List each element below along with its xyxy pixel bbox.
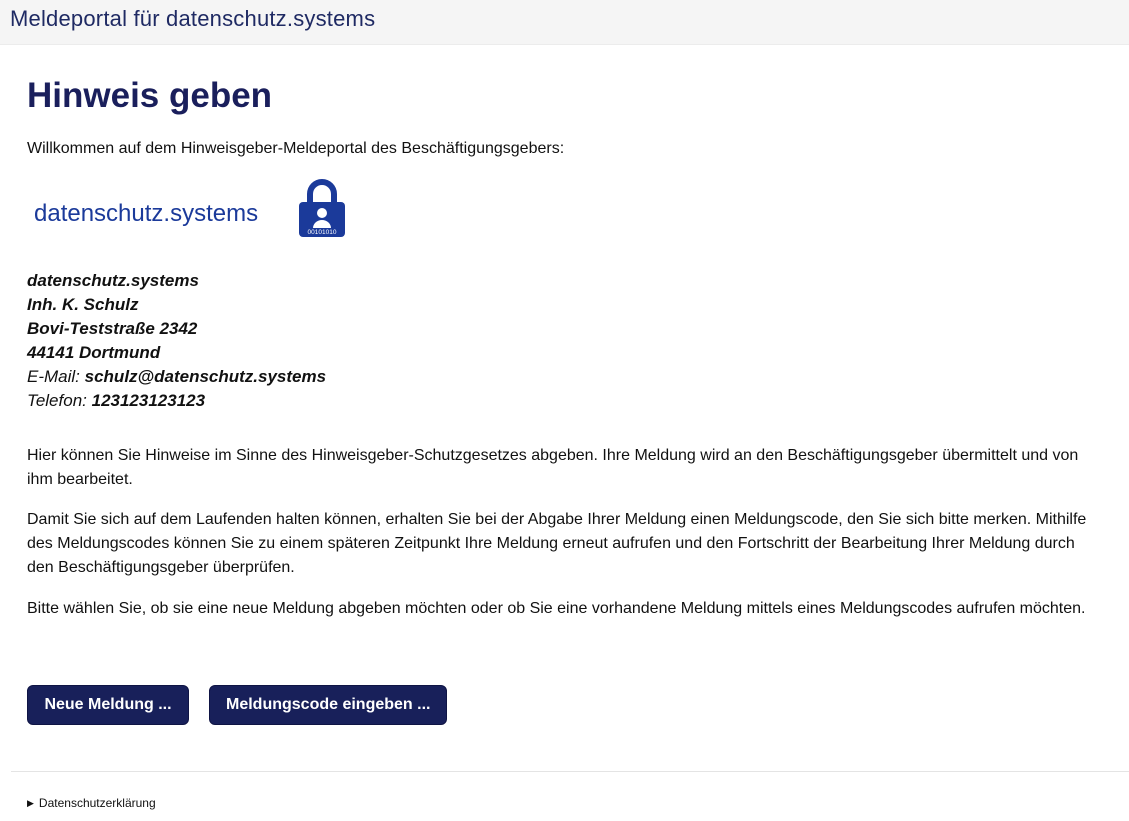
company-street: Bovi-Teststraße 2342 bbox=[27, 319, 198, 338]
choice-paragraph: Bitte wählen Sie, ob sie eine neue Meldu… bbox=[27, 600, 1086, 617]
portal-title: Meldeportal für datenschutz.systems bbox=[10, 6, 376, 31]
disclosure-triangle-icon: ▶ bbox=[27, 798, 34, 808]
lock-person-icon: 00101010 bbox=[299, 179, 345, 237]
logo-text: datenschutz.systems bbox=[34, 200, 259, 227]
privacy-label: Datenschutzerklärung bbox=[38, 796, 156, 810]
intro-paragraph: Hier können Sie Hinweise im Sinne des Hi… bbox=[27, 447, 1079, 488]
enter-code-button[interactable]: Meldungscode eingeben ... bbox=[209, 685, 447, 725]
code-info-paragraph: Damit Sie sich auf dem Laufenden halten … bbox=[27, 511, 1087, 576]
page-title: Hinweis geben bbox=[27, 76, 273, 115]
email-value: schulz@datenschutz.systems bbox=[84, 367, 327, 386]
phone-line: Telefon: 123123123123 bbox=[27, 389, 326, 413]
company-city: 44141 Dortmund bbox=[27, 343, 161, 362]
company-owner: Inh. K. Schulz bbox=[27, 295, 139, 314]
new-report-button[interactable]: Neue Meldung ... bbox=[27, 685, 189, 725]
email-label: E-Mail: bbox=[27, 367, 80, 386]
company-address: datenschutz.systems Inh. K. Schulz Bovi-… bbox=[27, 269, 326, 413]
company-name: datenschutz.systems bbox=[27, 271, 199, 290]
phone-label: Telefon: bbox=[27, 391, 87, 410]
company-logo: datenschutz.systems 00101010 bbox=[34, 178, 364, 238]
privacy-toggle[interactable]: ▶ Datenschutzerklärung bbox=[27, 796, 156, 810]
phone-value: 123123123123 bbox=[91, 391, 206, 410]
email-line: E-Mail: schulz@datenschutz.systems bbox=[27, 365, 326, 389]
welcome-text: Willkommen auf dem Hinweisgeber-Meldepor… bbox=[27, 140, 565, 157]
footer-divider bbox=[11, 771, 1129, 772]
svg-text:00101010: 00101010 bbox=[308, 229, 337, 236]
top-bar: Meldeportal für datenschutz.systems bbox=[0, 0, 1129, 45]
